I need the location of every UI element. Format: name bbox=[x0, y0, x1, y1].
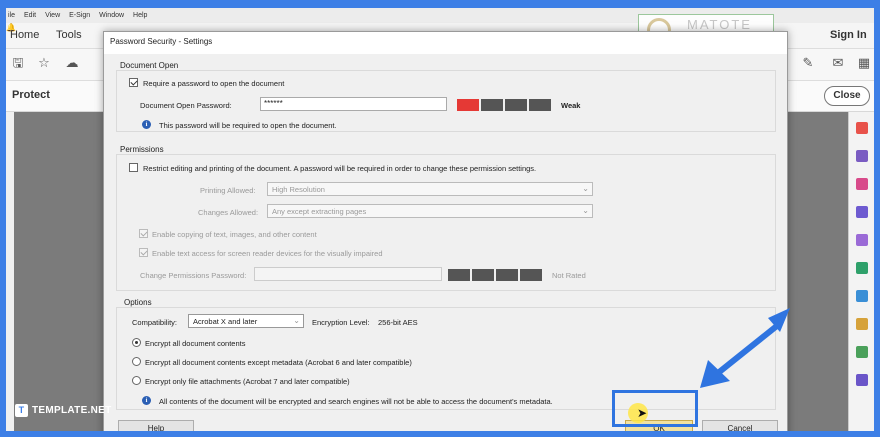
encrypt-except-metadata-label: Encrypt all document contents except met… bbox=[145, 358, 412, 367]
menu-file[interactable]: ile bbox=[8, 12, 15, 19]
restrict-editing-label: Restrict editing and printing of the doc… bbox=[143, 164, 537, 173]
printing-allowed-label: Printing Allowed: bbox=[200, 186, 256, 195]
encrypt-all-radio[interactable] bbox=[132, 338, 141, 347]
changes-allowed-value: Any except extracting pages bbox=[272, 207, 367, 216]
restrict-editing-checkbox[interactable] bbox=[129, 163, 138, 172]
sign-in-link[interactable]: Sign In bbox=[830, 29, 867, 41]
menu-edit[interactable]: Edit bbox=[24, 12, 36, 19]
protect-title: Protect bbox=[12, 89, 50, 101]
perm-strength-bar-4 bbox=[520, 269, 542, 281]
menu-view[interactable]: View bbox=[45, 12, 60, 19]
scan-icon[interactable] bbox=[856, 290, 868, 302]
cancel-button[interactable]: Cancel bbox=[702, 420, 778, 431]
options-group-label: Options bbox=[124, 298, 152, 307]
dialog-title: Password Security - Settings bbox=[110, 37, 213, 46]
export-pdf-icon[interactable] bbox=[856, 122, 868, 134]
ok-button-highlight bbox=[612, 390, 698, 427]
enable-copying-checkbox[interactable] bbox=[139, 229, 148, 238]
brand-watermark: T TEMPLATE.NET bbox=[15, 401, 112, 419]
open-password-input[interactable]: ****** bbox=[260, 97, 447, 111]
dialog-titlebar: Password Security - Settings bbox=[104, 32, 787, 54]
help-button[interactable]: Help bbox=[118, 420, 194, 431]
permissions-strength-meter bbox=[448, 269, 542, 281]
encryption-level-label: Encryption Level: bbox=[312, 318, 370, 327]
right-tools-panel bbox=[848, 112, 874, 431]
watermark-text: MATOTE bbox=[687, 17, 752, 32]
chevron-down-icon: ⌄ bbox=[582, 184, 589, 193]
menu-window[interactable]: Window bbox=[99, 12, 124, 19]
changes-allowed-select[interactable]: Any except extracting pages ⌄ bbox=[267, 204, 593, 218]
screenshot-frame: ile Edit View E-Sign Window Help Home To… bbox=[6, 8, 874, 431]
options-info-text: All contents of the document will be enc… bbox=[159, 397, 553, 406]
info-icon: i bbox=[142, 120, 151, 129]
encryption-level-value: 256-bit AES bbox=[378, 318, 418, 327]
enable-access-label: Enable text access for screen reader dev… bbox=[152, 249, 383, 258]
comment-icon[interactable] bbox=[856, 206, 868, 218]
close-protect-button[interactable]: Close bbox=[824, 86, 870, 106]
changes-allowed-label: Changes Allowed: bbox=[198, 208, 259, 217]
compatibility-value: Acrobat X and later bbox=[193, 317, 258, 326]
menu-help[interactable]: Help bbox=[133, 12, 147, 19]
mail-icon[interactable]: ✉ bbox=[830, 56, 846, 72]
enable-copying-label: Enable copying of text, images, and othe… bbox=[152, 230, 317, 239]
document-open-group-label: Document Open bbox=[120, 61, 179, 70]
chevron-down-icon: ⌄ bbox=[293, 316, 300, 325]
password-strength-meter bbox=[457, 99, 551, 111]
strength-bar-1 bbox=[457, 99, 479, 111]
perm-strength-bar-1 bbox=[448, 269, 470, 281]
cloud-upload-icon[interactable]: ☁ bbox=[64, 56, 80, 72]
change-permissions-password-input[interactable] bbox=[254, 267, 442, 281]
chevron-down-icon: ⌄ bbox=[582, 206, 589, 215]
perm-strength-bar-2 bbox=[472, 269, 494, 281]
enable-access-checkbox[interactable] bbox=[139, 248, 148, 257]
star-icon[interactable]: ☆ bbox=[36, 56, 52, 72]
printing-allowed-value: High Resolution bbox=[272, 185, 325, 194]
organize-icon[interactable] bbox=[856, 262, 868, 274]
info-icon: i bbox=[142, 396, 151, 405]
create-pdf-icon[interactable] bbox=[856, 178, 868, 190]
nav-tools[interactable]: Tools bbox=[56, 29, 82, 41]
stamp-icon[interactable] bbox=[856, 346, 868, 358]
fill-sign-icon[interactable] bbox=[856, 234, 868, 246]
brand-name: TEMPLATE.NET bbox=[32, 404, 112, 416]
strength-bar-2 bbox=[481, 99, 503, 111]
sign-icon[interactable]: ✎ bbox=[800, 56, 816, 72]
password-security-dialog: Password Security - Settings Document Op… bbox=[103, 31, 788, 431]
nav-home[interactable]: Home bbox=[10, 29, 39, 41]
compatibility-select[interactable]: Acrobat X and later ⌄ bbox=[188, 314, 304, 328]
open-password-label: Document Open Password: bbox=[140, 101, 232, 110]
open-password-info: This password will be required to open t… bbox=[159, 121, 337, 130]
permissions-rating-label: Not Rated bbox=[552, 271, 586, 280]
protect-icon[interactable] bbox=[856, 318, 868, 330]
save-icon[interactable]: 🖫 bbox=[10, 56, 26, 72]
encrypt-except-metadata-radio[interactable] bbox=[132, 357, 141, 366]
compatibility-label: Compatibility: bbox=[132, 318, 178, 327]
apps-grid-icon[interactable]: ▦ bbox=[856, 56, 872, 72]
edit-pdf-icon[interactable] bbox=[856, 150, 868, 162]
encrypt-all-label: Encrypt all document contents bbox=[145, 339, 246, 348]
require-password-label: Require a password to open the document bbox=[143, 79, 285, 88]
change-permissions-password-label: Change Permissions Password: bbox=[140, 271, 247, 280]
password-strength-label: Weak bbox=[561, 101, 581, 110]
encrypt-attachments-radio[interactable] bbox=[132, 376, 141, 385]
left-panel bbox=[6, 112, 14, 431]
strength-bar-3 bbox=[505, 99, 527, 111]
permissions-group-label: Permissions bbox=[120, 145, 164, 154]
encrypt-attachments-label: Encrypt only file attachments (Acrobat 7… bbox=[145, 377, 350, 386]
template-logo-icon: T bbox=[15, 403, 28, 417]
perm-strength-bar-3 bbox=[496, 269, 518, 281]
strength-bar-4 bbox=[529, 99, 551, 111]
menu-esign[interactable]: E-Sign bbox=[69, 12, 90, 19]
require-password-checkbox[interactable] bbox=[129, 78, 138, 87]
more-tools-icon[interactable] bbox=[856, 374, 868, 386]
printing-allowed-select[interactable]: High Resolution ⌄ bbox=[267, 182, 593, 196]
